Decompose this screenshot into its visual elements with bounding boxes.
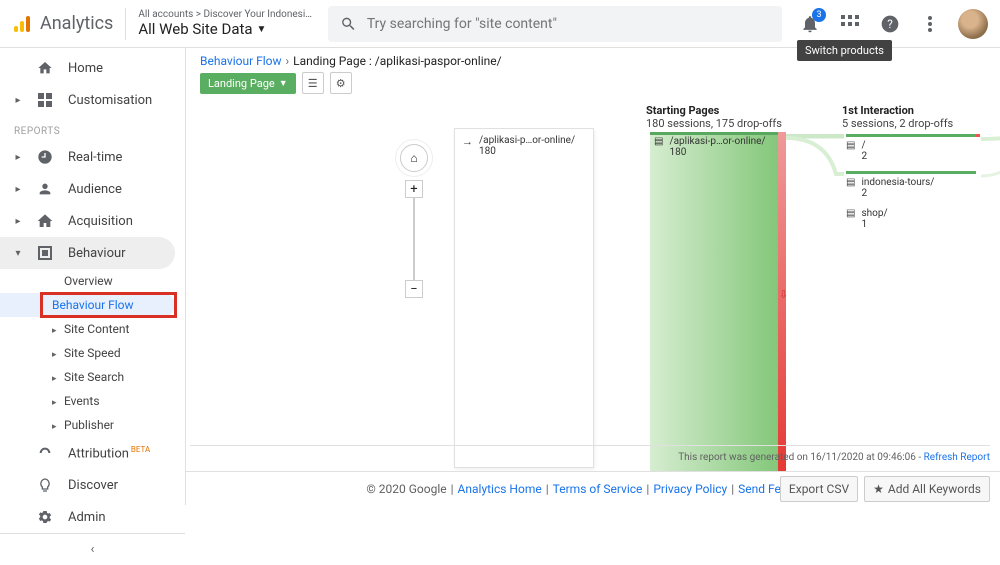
account-path: All accounts > Discover Your Indonesi… bbox=[138, 9, 312, 20]
page-icon: ▤ bbox=[846, 140, 855, 162]
start-flow-block[interactable] bbox=[650, 132, 778, 472]
nav-acquisition[interactable]: ▸Acquisition bbox=[0, 205, 185, 237]
selected-node-card[interactable]: /aplikasi-p…or-online/180 bbox=[454, 128, 594, 468]
i1-node-2[interactable]: ▤indonesia-tours/2 bbox=[846, 177, 934, 199]
nav-customisation[interactable]: ▸Customisation bbox=[0, 84, 185, 116]
nav-publisher[interactable]: ▸Publisher bbox=[0, 413, 185, 437]
nav-home[interactable]: Home bbox=[0, 52, 185, 84]
dashboard-icon bbox=[36, 91, 54, 109]
search-icon bbox=[340, 15, 357, 33]
nav-events[interactable]: ▸Events bbox=[0, 389, 185, 413]
footer-bar: © 2020 Google| Analytics Home| Terms of … bbox=[186, 471, 1000, 505]
export-csv-button[interactable]: Export CSV bbox=[780, 476, 858, 502]
page-icon: ▤ bbox=[654, 136, 663, 158]
help-icon[interactable]: ? bbox=[878, 12, 902, 36]
account-switcher[interactable]: All accounts > Discover Your Indonesi… A… bbox=[138, 9, 312, 38]
gear-icon bbox=[36, 508, 54, 526]
attribution-icon bbox=[36, 444, 54, 462]
apps-icon[interactable]: Switch products bbox=[838, 12, 862, 36]
product-name: Analytics bbox=[40, 13, 113, 34]
nav-audience[interactable]: ▸Audience bbox=[0, 173, 185, 205]
zoom-out[interactable]: − bbox=[405, 280, 423, 298]
acquisition-icon bbox=[36, 212, 54, 230]
page-icon: ▤ bbox=[846, 177, 855, 199]
analytics-logo-icon bbox=[12, 14, 32, 34]
zoom-in[interactable]: + bbox=[405, 180, 423, 198]
search-box[interactable] bbox=[328, 6, 782, 42]
flow-canvas[interactable]: ⌂ + − Starting Pages 180 sessions, 175 d… bbox=[186, 100, 1000, 505]
i1-node-bar-1 bbox=[846, 134, 976, 137]
home-icon bbox=[36, 59, 54, 77]
nav-admin[interactable]: Admin bbox=[0, 501, 185, 533]
zoom-home[interactable]: ⌂ bbox=[400, 144, 428, 172]
view-name: All Web Site Data bbox=[138, 20, 252, 38]
crumb-root[interactable]: Behaviour Flow bbox=[200, 54, 282, 68]
clock-icon bbox=[36, 148, 54, 166]
nav-attribution[interactable]: AttributionBETA bbox=[0, 437, 185, 469]
nav-drawer: Home ▸Customisation REPORTS ▸Real-time ▸… bbox=[0, 48, 186, 505]
zoom-track[interactable] bbox=[413, 198, 415, 280]
dropdown-icon: ▼ bbox=[257, 24, 267, 35]
add-keywords-button[interactable]: ★ Add All Keywords bbox=[864, 476, 990, 502]
nav-realtime[interactable]: ▸Real-time bbox=[0, 141, 185, 173]
nav-overview[interactable]: Overview bbox=[0, 269, 185, 293]
notifications-icon[interactable]: 3 bbox=[798, 12, 822, 36]
nav-discover[interactable]: Discover bbox=[0, 469, 185, 501]
behaviour-icon bbox=[36, 244, 54, 262]
i1-node-1[interactable]: ▤/2 bbox=[846, 140, 867, 162]
nav-behaviour[interactable]: ▾Behaviour bbox=[0, 237, 175, 269]
step-settings-button[interactable]: ☰ bbox=[302, 72, 324, 94]
nav-site-content[interactable]: ▸Site Content bbox=[0, 317, 185, 341]
nav-behaviour-flow[interactable]: Behaviour Flow bbox=[0, 293, 175, 317]
person-icon bbox=[36, 180, 54, 198]
nav-site-speed[interactable]: ▸Site Speed bbox=[0, 341, 185, 365]
page-icon: ▤ bbox=[846, 208, 855, 230]
col-1st-interaction: ⊗ 1st Interaction 5 sessions, 2 drop-off… bbox=[842, 104, 1000, 130]
footer-link-privacy[interactable]: Privacy Policy bbox=[653, 482, 727, 496]
svg-text:?: ? bbox=[887, 17, 893, 31]
search-input[interactable] bbox=[367, 16, 770, 32]
nav-section-reports: REPORTS bbox=[0, 116, 185, 141]
notif-badge: 3 bbox=[812, 8, 826, 22]
report-panel: Behaviour Flow›Landing Page : /aplikasi-… bbox=[186, 48, 1000, 505]
dropoff-bar bbox=[778, 132, 786, 472]
refresh-report-link[interactable]: Refresh Report bbox=[924, 452, 990, 463]
col-starting-pages: Starting Pages 180 sessions, 175 drop-of… bbox=[646, 104, 786, 130]
dimension-dropdown[interactable]: Landing Page▼ bbox=[200, 73, 296, 94]
product-logo[interactable]: Analytics bbox=[12, 8, 126, 40]
gear-button[interactable]: ⚙ bbox=[330, 72, 352, 94]
user-avatar[interactable] bbox=[958, 9, 988, 39]
bulb-icon bbox=[36, 476, 54, 494]
footer-link-home[interactable]: Analytics Home bbox=[458, 482, 542, 496]
more-icon[interactable] bbox=[918, 12, 942, 36]
nav-site-search[interactable]: ▸Site Search bbox=[0, 365, 185, 389]
flow-breadcrumb: Behaviour Flow›Landing Page : /aplikasi-… bbox=[186, 48, 1000, 70]
app-header: Analytics All accounts > Discover Your I… bbox=[0, 0, 1000, 48]
i1-node-3[interactable]: ▤shop/1 bbox=[846, 208, 888, 230]
i1-node-bar-2 bbox=[846, 171, 976, 174]
dropoff-arrow-icon: ⇩ bbox=[779, 288, 788, 301]
footer-link-tos[interactable]: Terms of Service bbox=[553, 482, 643, 496]
collapse-drawer[interactable]: ‹ bbox=[0, 533, 185, 565]
report-timestamp: This report was generated on 16/11/2020 … bbox=[190, 445, 990, 469]
crumb-leaf: Landing Page : /aplikasi-paspor-online/ bbox=[293, 54, 501, 68]
